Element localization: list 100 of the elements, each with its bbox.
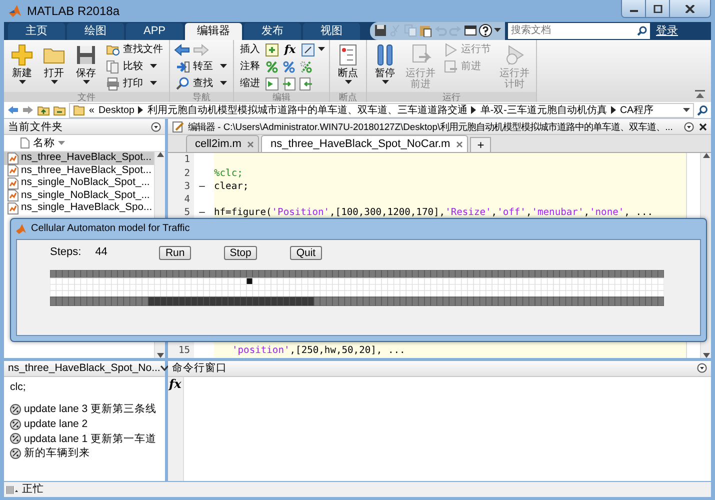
code-section-icon[interactable] xyxy=(10,433,21,444)
ribbon-tab[interactable]: 发布 xyxy=(244,22,301,40)
plus-icon xyxy=(10,42,34,67)
figure-button[interactable]: Stop xyxy=(224,246,258,260)
ribbon-button[interactable]: 比较 xyxy=(104,58,165,75)
section-item[interactable]: updata lane 1 更新第一车道 xyxy=(24,432,157,446)
search-field[interactable]: 搜索文档 xyxy=(508,22,650,39)
line-number: 5 xyxy=(183,207,191,219)
line-marker[interactable]: — xyxy=(192,180,212,192)
ribbon-tab[interactable]: APP xyxy=(126,22,183,40)
path-prefix[interactable]: « xyxy=(89,104,94,116)
path-segment[interactable]: Desktop xyxy=(98,104,134,116)
maximize-button[interactable] xyxy=(646,0,670,17)
editor-tab[interactable]: cell2im.m xyxy=(186,135,260,152)
code-line: hf=figure('Position',[100,300,1200,170],'Resize','off','menubar','none', ... xyxy=(214,207,654,219)
ribbon-button[interactable]: 暂停 xyxy=(371,42,399,92)
clipboard-icon[interactable] xyxy=(419,24,432,38)
percent-icon[interactable] xyxy=(282,60,296,74)
collapse-ribbon-icon[interactable] xyxy=(695,90,705,98)
arrow-left-document-icon[interactable] xyxy=(299,76,313,91)
ribbon-button[interactable]: 打印 xyxy=(104,76,165,92)
column-header[interactable]: 名称 xyxy=(33,137,55,150)
breadcrumb-arrow-icon[interactable] xyxy=(610,106,616,114)
figure-button[interactable]: Quit xyxy=(290,246,322,260)
ribbon-button[interactable]: 新建 xyxy=(8,42,36,92)
arrow-into-box-icon xyxy=(176,60,190,74)
app-logo-icon xyxy=(8,4,22,18)
code-section-icon[interactable] xyxy=(10,404,21,416)
caret-icon[interactable] xyxy=(494,28,501,34)
ribbon-button[interactable]: 转至 xyxy=(174,58,229,75)
ribbon-button[interactable]: 打开 xyxy=(40,42,68,92)
ribbon-button[interactable]: 查找 xyxy=(174,76,229,92)
section-item[interactable]: 新的车辆到来 xyxy=(24,447,90,460)
close-icon xyxy=(685,4,695,12)
document-plus-icon[interactable] xyxy=(265,42,279,57)
panel-menu-icon[interactable] xyxy=(697,363,707,374)
path-segment[interactable]: CA程序 xyxy=(620,104,654,116)
section-item[interactable]: update lane 2 xyxy=(24,418,88,431)
ribbon-tab[interactable]: 主页 xyxy=(8,22,65,40)
line-number: 2 xyxy=(183,168,191,180)
code-section-icon[interactable] xyxy=(10,448,21,460)
code-section-icon[interactable] xyxy=(10,418,21,430)
close-button[interactable] xyxy=(670,0,710,17)
close-icon[interactable] xyxy=(699,122,707,131)
line-number: 4 xyxy=(183,194,191,206)
add-tab-button[interactable]: + xyxy=(470,137,492,152)
ribbon-button[interactable]: 插入 xyxy=(238,42,262,58)
panel-menu-icon[interactable] xyxy=(684,122,694,132)
figure-title: Cellular Automaton model for Traffic xyxy=(31,223,190,235)
search-icon[interactable] xyxy=(697,104,708,116)
percent-icon[interactable] xyxy=(265,60,279,74)
ribbon-tab[interactable]: 编辑器 xyxy=(185,22,242,40)
dotted-percent-icon[interactable] xyxy=(299,60,313,74)
editor-title: 编辑器 - C:\Users\Administrator.WIN7U-20180127Z\Desktop\利用元胞自动机模型模拟城市道路中的单车道、双车道、... xyxy=(188,121,673,133)
breadcrumb-arrow-icon[interactable] xyxy=(471,106,476,114)
figure-button[interactable]: Run xyxy=(159,246,191,260)
minimize-button[interactable] xyxy=(622,0,646,17)
ribbon-tab[interactable]: 视图 xyxy=(303,22,360,40)
arrow-right-document-icon[interactable] xyxy=(282,76,296,91)
app-logo-icon xyxy=(16,224,26,234)
indent-icon[interactable] xyxy=(265,76,279,91)
ribbon-button[interactable]: 查找文件 xyxy=(104,42,165,58)
editor-tab[interactable]: ns_three_HaveBlack_Spot_NoCar.m xyxy=(261,135,468,152)
path-segment[interactable]: 单-双-三车道元胞自动机仿真 xyxy=(480,104,607,116)
search-icon[interactable] xyxy=(637,26,647,36)
help-icon[interactable] xyxy=(479,24,492,38)
ribbon-tab[interactable]: 绘图 xyxy=(67,22,124,40)
up-folder-icon[interactable] xyxy=(37,104,50,116)
ribbon-button[interactable]: 保存 xyxy=(72,42,100,92)
status-bars-icon[interactable] xyxy=(6,485,18,494)
window-title: MATLAB R2018a xyxy=(27,4,120,18)
printer-icon xyxy=(106,76,120,91)
path-segment[interactable]: 利用元胞自动机模型模拟城市道路中的单车道、双车道、三车道道路交通 xyxy=(147,104,468,116)
back-arrow-icon[interactable] xyxy=(174,44,190,56)
window-icon[interactable] xyxy=(464,24,477,38)
breadcrumb-arrow-icon[interactable] xyxy=(138,106,144,114)
code-text: clc; xyxy=(10,380,27,394)
back-arrow-icon[interactable] xyxy=(7,105,19,116)
login-link[interactable]: 登录 xyxy=(656,24,678,38)
documents-icon xyxy=(106,60,120,74)
section-item[interactable]: update lane 3 更新第三条线 xyxy=(24,403,157,416)
ribbon-button[interactable]: 缩进 xyxy=(238,76,262,92)
chevron-down-icon[interactable] xyxy=(160,365,170,372)
line-marker[interactable]: — xyxy=(192,207,212,219)
ribbon-button[interactable]: 注释 xyxy=(238,58,262,75)
ribbon-button[interactable]: 断点 xyxy=(334,42,362,92)
browse-folder-icon[interactable] xyxy=(53,104,66,116)
details-title: ns_three_HaveBlack_Spot_No... xyxy=(8,362,160,375)
function-prompt[interactable]: fx xyxy=(168,376,182,391)
caret-icon xyxy=(683,108,690,113)
scroll-up-icon[interactable] xyxy=(156,152,164,158)
script-file-icon xyxy=(7,202,19,215)
steps-label: Steps: xyxy=(50,246,82,260)
panel-menu-icon[interactable] xyxy=(151,122,161,132)
scroll-down-icon xyxy=(702,352,710,358)
forward-arrow-icon[interactable] xyxy=(22,105,34,116)
group-label: 断点 xyxy=(330,92,366,102)
script-file-icon xyxy=(7,176,19,190)
function-button[interactable]: fx xyxy=(282,43,298,56)
panel-title: 命令行窗口 xyxy=(172,362,227,375)
